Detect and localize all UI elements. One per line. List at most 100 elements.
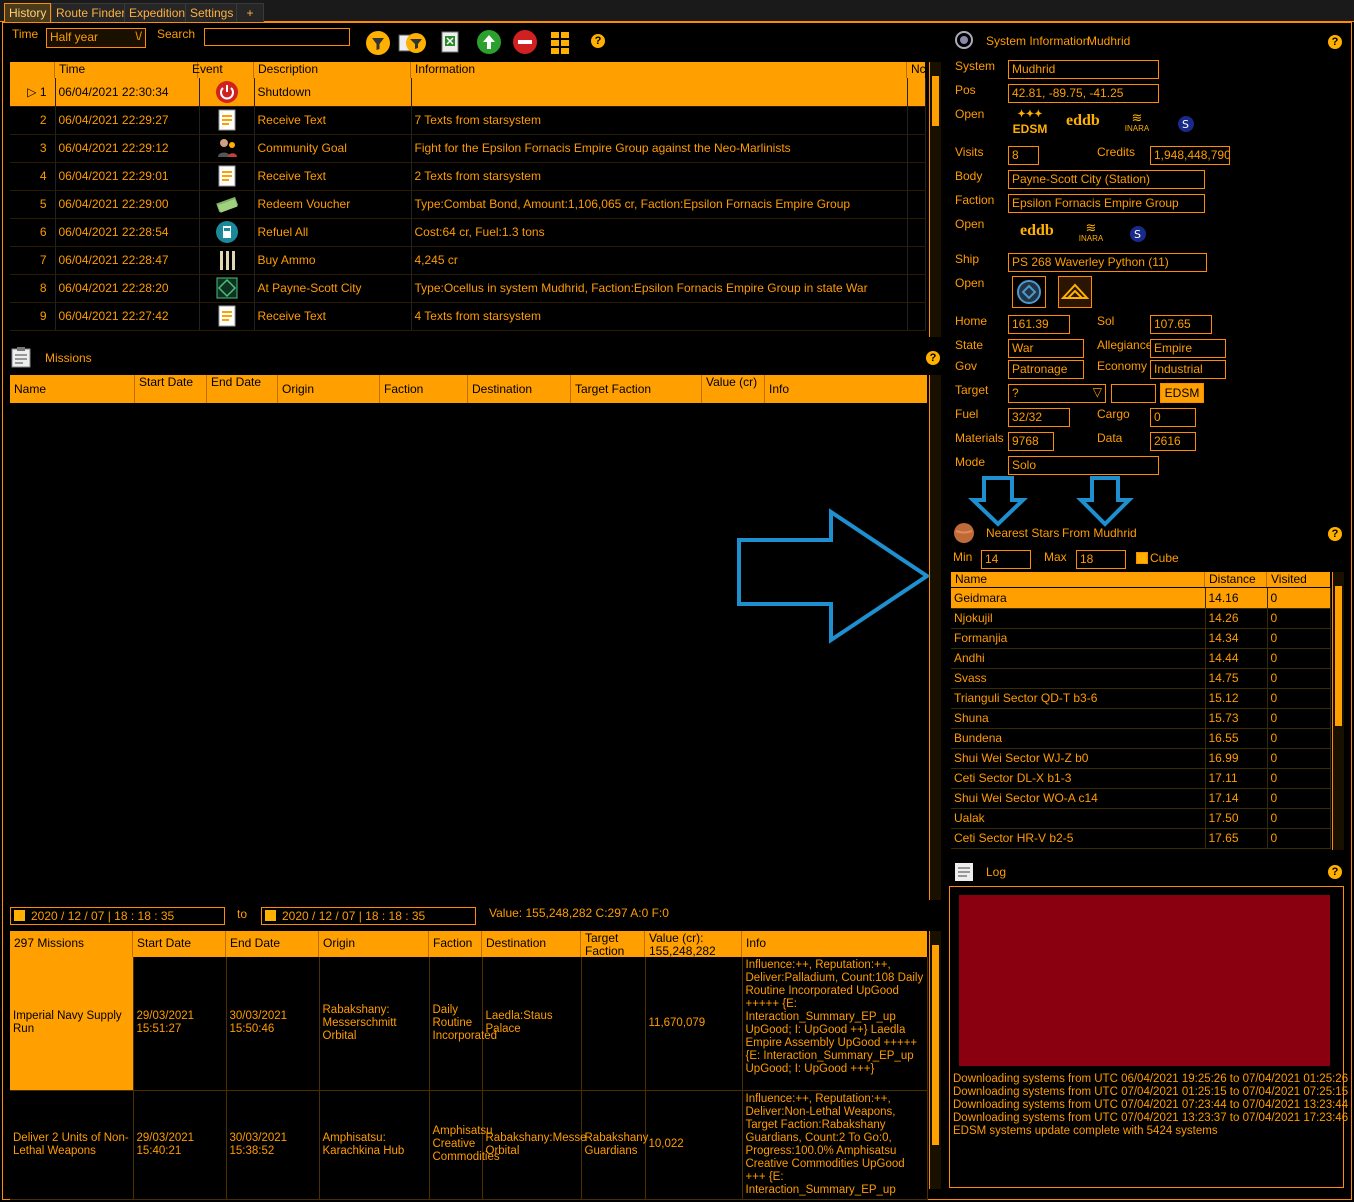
history-row[interactable]: 2 06/04/2021 22:29:27 Receive Text 7 Texts … bbox=[10, 106, 926, 135]
max-field[interactable]: 18 bbox=[1076, 550, 1126, 569]
star-row[interactable]: Ualak 17.50 0 bbox=[951, 808, 1331, 829]
stop-icon[interactable] bbox=[513, 30, 537, 54]
star-row[interactable]: Ceti Sector HR-V b2-5 17.65 0 bbox=[951, 828, 1331, 849]
tab-settings[interactable]: Settings bbox=[185, 3, 239, 22]
excel-export-icon[interactable] bbox=[440, 30, 462, 54]
col-target-faction[interactable]: Target Faction bbox=[571, 375, 702, 403]
tab-route-finder[interactable]: Route Finder bbox=[51, 3, 131, 22]
col-time[interactable]: Time bbox=[55, 62, 198, 78]
history-row[interactable]: 9 06/04/2021 22:27:42 Receive Text 4 Texts … bbox=[10, 302, 926, 331]
col-name[interactable]: Name bbox=[10, 375, 135, 403]
fuel-field[interactable]: 32/32 bbox=[1008, 408, 1070, 427]
inara-link-icon-2[interactable]: ≋ INARA bbox=[1074, 221, 1108, 246]
col-faction[interactable]: Faction bbox=[380, 375, 468, 403]
data-field[interactable]: 2616 bbox=[1150, 432, 1196, 451]
col-information[interactable]: Information bbox=[411, 62, 907, 78]
tab-expedition[interactable]: Expedition bbox=[124, 3, 191, 22]
mission-row[interactable]: Deliver 2 Units of Non-Lethal Weapons 29/… bbox=[10, 1090, 928, 1200]
scroll-thumb[interactable] bbox=[932, 76, 939, 126]
col-info[interactable]: Info bbox=[765, 375, 927, 403]
sysinfo-help-icon[interactable]: ? bbox=[1328, 35, 1342, 49]
star-row[interactable]: Formanjia 14.34 0 bbox=[951, 628, 1331, 649]
eddb-link-icon-2[interactable]: eddb bbox=[1020, 222, 1054, 244]
col-origin[interactable]: Origin bbox=[278, 375, 380, 403]
col-description[interactable]: Description bbox=[254, 62, 411, 78]
state-field[interactable]: War bbox=[1008, 339, 1084, 358]
col-missions-count[interactable]: 297 Missions bbox=[10, 931, 133, 957]
col-distance[interactable]: Distance bbox=[1205, 572, 1267, 587]
missions-bottom-scrollbar[interactable] bbox=[929, 931, 941, 1189]
spansh-link-icon-2[interactable]: S bbox=[1127, 223, 1149, 245]
col-start-date[interactable]: Start Date bbox=[135, 375, 207, 403]
materials-field[interactable]: 9768 bbox=[1008, 432, 1054, 451]
col-value[interactable]: Value (cr) bbox=[702, 375, 765, 403]
star-row[interactable]: Shuna 15.73 0 bbox=[951, 708, 1331, 729]
col-star-name[interactable]: Name bbox=[951, 572, 1205, 587]
nearest-scrollbar[interactable] bbox=[1332, 572, 1344, 850]
body-field[interactable]: Payne-Scott City (Station) bbox=[1008, 170, 1205, 189]
col-note[interactable]: Nc bbox=[907, 62, 926, 78]
col-faction-2[interactable]: Faction bbox=[429, 931, 482, 957]
inara-link-icon[interactable]: ≋ INARA bbox=[1120, 111, 1154, 136]
date-to-picker[interactable]: 2020 / 12 / 07 | 18 : 18 : 35 bbox=[261, 907, 476, 925]
help-icon[interactable]: ? bbox=[591, 34, 605, 48]
time-select[interactable]: Half year \/ bbox=[46, 28, 146, 48]
ship-field[interactable]: PS 268 Waverley Python (11) bbox=[1008, 253, 1207, 272]
col-value-2[interactable]: Value (cr): 155,248,282 bbox=[645, 931, 742, 958]
faction-field[interactable]: Epsilon Fornacis Empire Group bbox=[1008, 194, 1205, 213]
star-row[interactable]: Bundena 16.55 0 bbox=[951, 728, 1331, 749]
sol-field[interactable]: 107.65 bbox=[1150, 315, 1212, 334]
checkbox-to[interactable] bbox=[265, 910, 276, 921]
mode-field[interactable]: Solo bbox=[1008, 456, 1159, 475]
edsm-button[interactable]: EDSM bbox=[1160, 383, 1204, 403]
col-end-date[interactable]: End Date bbox=[207, 375, 278, 403]
col-info-2[interactable]: Info bbox=[742, 931, 927, 957]
gov-field[interactable]: Patronage bbox=[1008, 360, 1084, 379]
col-event[interactable]: Event bbox=[188, 62, 254, 78]
col-start-date-2[interactable]: Start Date bbox=[133, 931, 226, 957]
mission-row[interactable]: Imperial Navy Supply Run 29/03/2021 15:51… bbox=[10, 957, 928, 1091]
cube-checkbox[interactable] bbox=[1136, 552, 1148, 564]
eddb-link-icon[interactable]: eddb bbox=[1066, 112, 1100, 134]
field-filter-icon[interactable] bbox=[398, 31, 426, 55]
credits-field[interactable]: 1,948,448,790 bbox=[1150, 146, 1230, 165]
star-row[interactable]: Ceti Sector DL-X b1-3 17.11 0 bbox=[951, 768, 1331, 789]
economy-field[interactable]: Industrial bbox=[1150, 360, 1226, 379]
col-visited[interactable]: Visited bbox=[1267, 572, 1330, 587]
history-row[interactable]: 6 06/04/2021 22:28:54 Refuel All Cost:64 cr… bbox=[10, 218, 926, 247]
star-row[interactable]: Svass 14.75 0 bbox=[951, 668, 1331, 689]
visits-field[interactable]: 8 bbox=[1008, 146, 1039, 165]
grid-settings-icon[interactable] bbox=[549, 29, 573, 55]
allegiance-field[interactable]: Empire bbox=[1150, 339, 1226, 358]
star-row[interactable]: Shui Wei Sector WO-A c14 17.14 0 bbox=[951, 788, 1331, 809]
edshipyard-link-icon[interactable] bbox=[1058, 276, 1092, 308]
nearest-help-icon[interactable]: ? bbox=[1328, 527, 1342, 541]
history-row[interactable]: 8 06/04/2021 22:28:20 At Payne-Scott City T… bbox=[10, 274, 926, 303]
history-scrollbar[interactable] bbox=[929, 62, 941, 337]
coriolis-link-icon[interactable] bbox=[1012, 276, 1046, 308]
pos-field[interactable]: 42.81, -89.75, -41.25 bbox=[1008, 84, 1159, 103]
cargo-field[interactable]: 0 bbox=[1150, 408, 1196, 427]
tab-add[interactable]: + bbox=[236, 3, 264, 22]
col-target-faction-2[interactable]: Target Faction bbox=[581, 931, 645, 958]
col-destination[interactable]: Destination bbox=[468, 375, 571, 403]
star-row[interactable]: Geidmara 14.16 0 bbox=[951, 588, 1331, 609]
history-row[interactable]: 5 06/04/2021 22:29:00 Redeem Voucher Type:C… bbox=[10, 190, 926, 219]
date-from-picker[interactable]: 2020 / 12 / 07 | 18 : 18 : 35 bbox=[10, 907, 225, 925]
search-input[interactable] bbox=[204, 28, 350, 46]
home-field[interactable]: 161.39 bbox=[1008, 315, 1070, 334]
history-row[interactable]: 7 06/04/2021 22:28:47 Buy Ammo 4,245 cr bbox=[10, 246, 926, 275]
col-end-date-2[interactable]: End Date bbox=[226, 931, 319, 957]
scroll-thumb-2[interactable] bbox=[932, 945, 939, 1145]
history-row[interactable]: ▷ 1 06/04/2021 22:30:34 Shutdown bbox=[10, 78, 926, 107]
system-field[interactable]: Mudhrid bbox=[1008, 60, 1159, 79]
target-combo[interactable]: ? ▽ bbox=[1008, 384, 1106, 403]
target-distance-field[interactable] bbox=[1111, 384, 1156, 403]
col-origin-2[interactable]: Origin bbox=[319, 931, 429, 957]
history-row[interactable]: 4 06/04/2021 22:29:01 Receive Text 2 Texts … bbox=[10, 162, 926, 191]
filter-icon[interactable] bbox=[366, 31, 390, 55]
missions-help-icon[interactable]: ? bbox=[926, 351, 940, 365]
star-row[interactable]: Njokujil 14.26 0 bbox=[951, 608, 1331, 629]
checkbox-from[interactable] bbox=[14, 910, 25, 921]
scroll-thumb-3[interactable] bbox=[1335, 586, 1342, 726]
